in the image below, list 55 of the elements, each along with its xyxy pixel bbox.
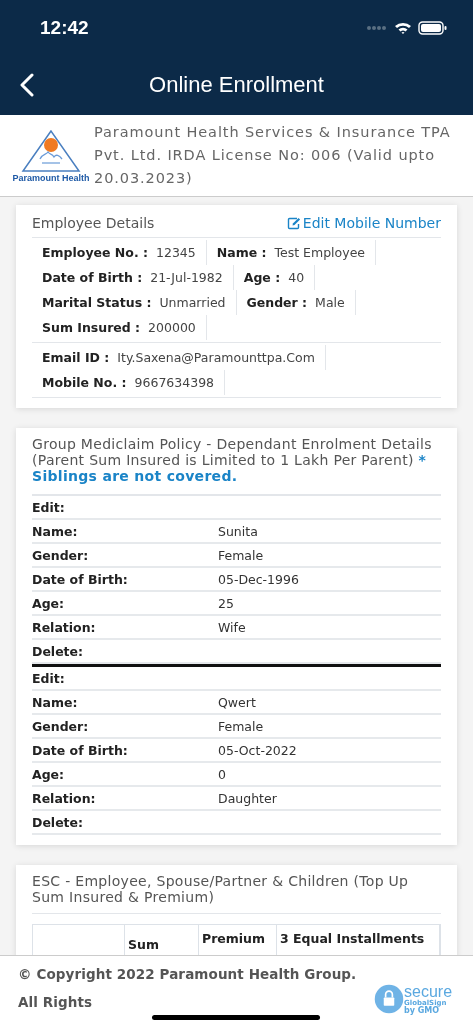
signal-icon: [366, 24, 388, 31]
field-value: Unmarried: [159, 294, 226, 311]
edit-mobile-link[interactable]: Edit Mobile Number: [286, 215, 441, 231]
row-value: 25: [218, 595, 234, 611]
row-label: Edit:: [32, 670, 66, 686]
section-title: ESC - Employee, Spouse/Partner & Children (Top Up Sum Insured & Premium): [32, 873, 441, 914]
field-value: 40: [288, 269, 305, 286]
company-info: Paramount Health Services & Insurance TPA Pvt. Ltd. IRDA License No: 006 (Valid upto 20.03.2023): [94, 123, 452, 188]
row-label: Relation:: [32, 619, 97, 635]
row-label: Gender:: [32, 547, 90, 563]
field-label: Gender :: [246, 294, 308, 311]
row-value: 05-Dec-1996: [218, 571, 299, 587]
battery-icon: [418, 20, 447, 35]
row-value: Female: [218, 547, 264, 563]
back-icon[interactable]: [20, 73, 34, 97]
row-value: Wife: [218, 619, 246, 635]
field-value: 12345: [156, 244, 196, 261]
row-value: 05-Oct-2022: [218, 742, 297, 758]
row-value: Qwert: [218, 694, 256, 710]
row-label: Age:: [32, 766, 66, 782]
field-label: Marital Status :: [42, 294, 152, 311]
field-label: Email ID :: [42, 349, 110, 366]
field-value: 200000: [148, 319, 196, 336]
field-value: Male: [315, 294, 345, 311]
row-value: 0: [218, 766, 226, 782]
field-value: 9667634398: [134, 374, 215, 391]
field-value: Test Employee: [274, 244, 365, 261]
row-label: Name:: [32, 523, 79, 539]
row-label: Delete:: [32, 643, 85, 659]
row-label: Date of Birth:: [32, 742, 129, 758]
status-time: 12:42: [40, 16, 89, 39]
row-label: Gender:: [32, 718, 90, 734]
field-label: Date of Birth :: [42, 269, 143, 286]
section-title: Group Mediclaim Policy - Dependant Enrolment Details (Parent Sum Insured is Limited to 1 Lakh Per Parent) * Siblings are not covered.: [32, 436, 433, 484]
row-value: Sunita: [218, 523, 258, 539]
row-label: Name:: [32, 694, 79, 710]
wifi-icon: [394, 20, 412, 35]
row-label: Date of Birth:: [32, 571, 129, 587]
row-label: Relation:: [32, 790, 97, 806]
field-label: Mobile No. :: [42, 374, 127, 391]
row-label: Age:: [32, 595, 66, 611]
row-value: Female: [218, 718, 264, 734]
row-label: Delete:: [32, 814, 85, 830]
field-label: Sum Insured :: [42, 319, 141, 336]
row-value: Daughter: [218, 790, 277, 806]
section-title: Employee Details: [32, 215, 155, 231]
edit-icon: [286, 216, 301, 230]
page-title: Online Enrollment: [148, 72, 325, 98]
field-label: Employee No. :: [42, 244, 148, 261]
field-value: 21-Jul-1982: [150, 269, 223, 286]
field-label: Name :: [216, 244, 267, 261]
copyright-text: © Copyright 2022 Paramount Health Group. All Rights: [18, 966, 357, 1010]
field-value: Ity.Saxena@Paramounttpa.Com: [117, 349, 315, 366]
field-label: Age :: [243, 269, 281, 286]
row-label: Edit:: [32, 499, 66, 515]
